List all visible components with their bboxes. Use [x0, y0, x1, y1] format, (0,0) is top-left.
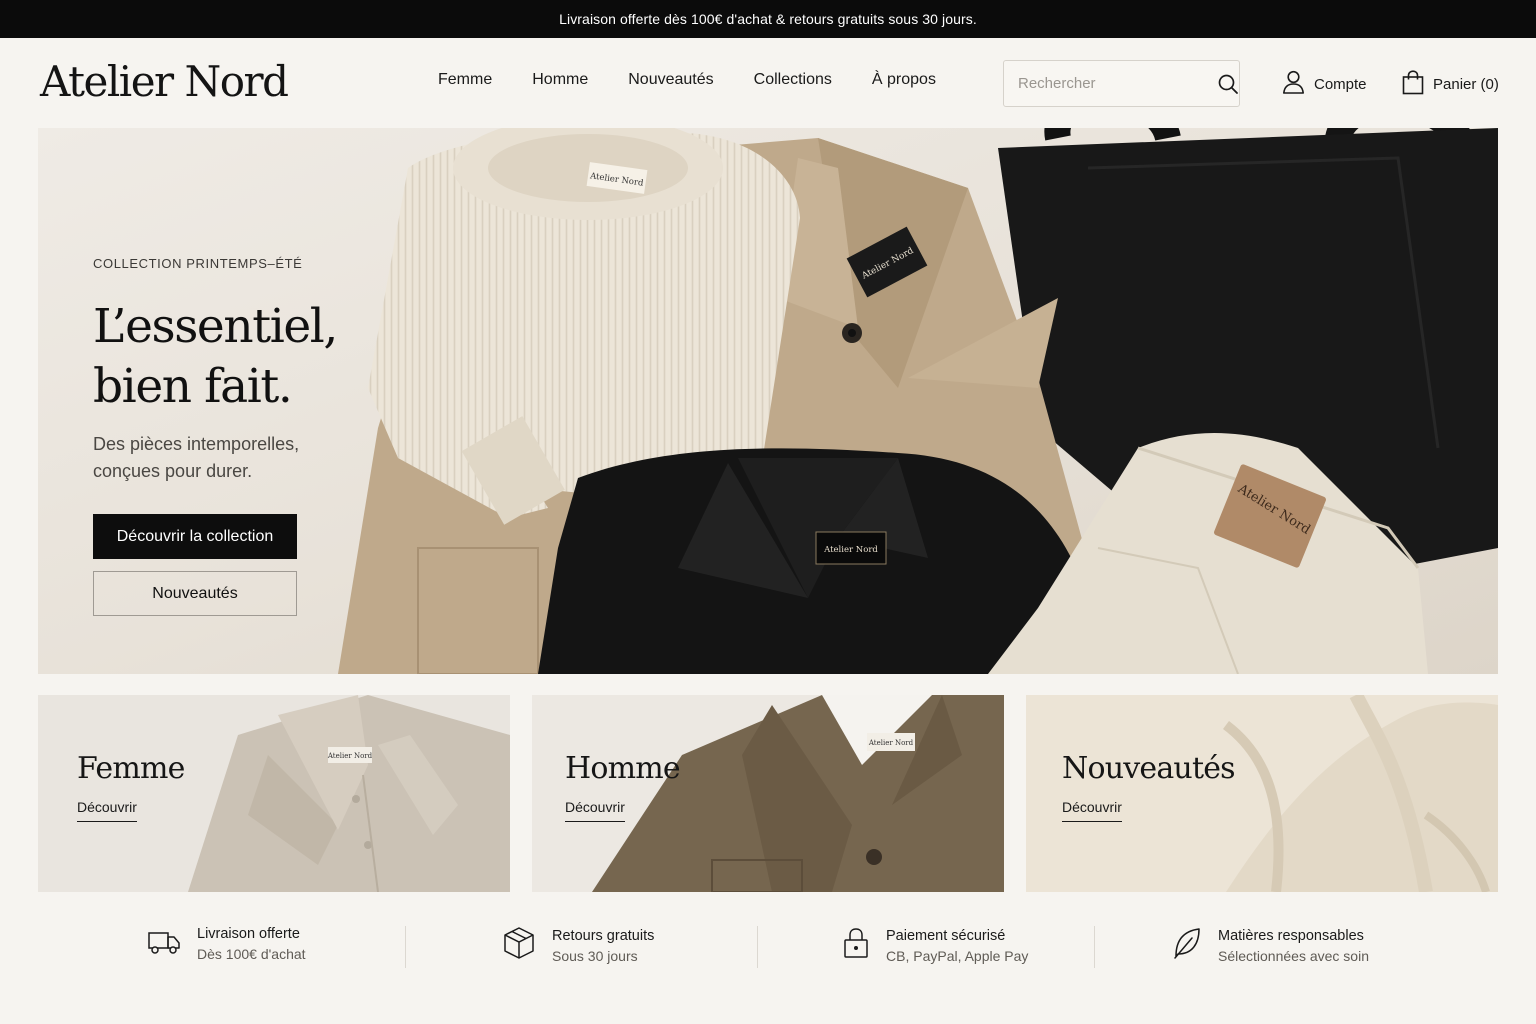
- trust-item-shipping: Livraison offerte Dès 100€ d'achat: [147, 926, 306, 962]
- trust-title-returns: Retours gratuits: [552, 927, 655, 944]
- trust-subtitle-payment: CB, PayPal, Apple Pay: [886, 947, 1029, 964]
- category-title-homme: Homme: [565, 751, 681, 786]
- brand-logo[interactable]: Atelier Nord: [40, 56, 289, 108]
- cart-label: Panier (0): [1433, 76, 1499, 93]
- hero-banner: Atelier Nord Atelier Nord Atelier Nord A…: [38, 128, 1498, 674]
- trust-title-payment: Paiement sécurisé: [886, 927, 1006, 944]
- site-header: Atelier Nord Femme Homme Nouveautés Coll…: [0, 38, 1536, 128]
- search-box: [1003, 60, 1240, 107]
- homme-brand-label: Atelier Nord: [868, 739, 914, 747]
- trust-item-returns: Retours gratuits Sous 30 jours: [502, 926, 654, 965]
- hero-title-line-1: L’essentiel,: [93, 299, 338, 354]
- trust-item-payment: Paiement sécurisé CB, PayPal, Apple Pay: [842, 926, 1028, 965]
- user-icon: [1282, 70, 1305, 98]
- homme-category-image: Atelier Nord: [532, 695, 1004, 892]
- discover-collection-button[interactable]: Découvrir la collection: [93, 514, 297, 559]
- shopping-bag-icon: [1402, 70, 1424, 99]
- main-nav: Femme Homme Nouveautés Collections À pro…: [438, 71, 976, 89]
- trust-bar: Livraison offerte Dès 100€ d'achat Retou…: [0, 926, 1536, 970]
- black-jacket-brand-label: Atelier Nord: [823, 545, 878, 555]
- trust-title-shipping: Livraison offerte: [197, 926, 300, 942]
- nav-item-femme[interactable]: Femme: [438, 71, 492, 89]
- trust-divider: [1094, 926, 1095, 968]
- trust-subtitle-shipping: Dès 100€ d'achat: [197, 946, 306, 962]
- nouveautes-category-image: [1026, 695, 1498, 892]
- nav-item-collections[interactable]: Collections: [754, 71, 832, 89]
- hero-eyebrow: COLLECTION PRINTEMPS–ÉTÉ: [93, 256, 303, 271]
- nav-item-nouveautes[interactable]: Nouveautés: [628, 71, 713, 89]
- category-link-homme[interactable]: Découvrir: [565, 799, 625, 822]
- trust-title-materials: Matières responsables: [1218, 927, 1364, 944]
- trust-item-materials: Matières responsables Sélectionnées avec…: [1172, 926, 1369, 965]
- hero-title: L’essentiel, bien fait.: [93, 297, 433, 417]
- search-icon[interactable]: [1217, 73, 1239, 95]
- announcement-text: Livraison offerte dès 100€ d'achat & ret…: [559, 11, 977, 27]
- account-label: Compte: [1314, 75, 1367, 93]
- leaf-icon: [1172, 926, 1202, 965]
- category-card-homme[interactable]: Atelier Nord Homme Découvrir: [532, 695, 1004, 892]
- femme-brand-label: Atelier Nord: [327, 752, 373, 760]
- category-card-nouveautes[interactable]: Nouveautés Découvrir: [1026, 695, 1498, 892]
- search-input[interactable]: [1018, 75, 1217, 92]
- nav-item-a-propos[interactable]: À propos: [872, 71, 936, 89]
- cart-link[interactable]: Panier (0): [1402, 70, 1499, 99]
- lock-icon: [842, 926, 870, 965]
- category-link-femme[interactable]: Découvrir: [77, 799, 137, 822]
- hero-subtitle: Des pièces intemporelles, conçues pour d…: [93, 434, 300, 481]
- trust-divider: [757, 926, 758, 968]
- trust-subtitle-returns: Sous 30 jours: [552, 947, 638, 964]
- box-icon: [502, 926, 536, 965]
- hero-content: COLLECTION PRINTEMPS–ÉTÉ L’essentiel, bi…: [93, 256, 433, 616]
- account-link[interactable]: Compte: [1282, 70, 1367, 98]
- category-title-nouveautes: Nouveautés: [1062, 751, 1236, 786]
- trust-divider: [405, 926, 406, 968]
- trust-subtitle-materials: Sélectionnées avec soin: [1218, 947, 1369, 964]
- category-link-nouveautes[interactable]: Découvrir: [1062, 799, 1122, 822]
- new-arrivals-button[interactable]: Nouveautés: [93, 571, 297, 616]
- femme-category-image: Atelier Nord: [38, 695, 510, 892]
- nav-item-homme[interactable]: Homme: [532, 71, 588, 89]
- category-title-femme: Femme: [77, 751, 185, 786]
- category-card-femme[interactable]: Atelier Nord Femme Découvrir: [38, 695, 510, 892]
- truck-icon: [147, 927, 181, 962]
- hero-title-line-2: bien fait.: [93, 359, 293, 414]
- announcement-bar: Livraison offerte dès 100€ d'achat & ret…: [0, 0, 1536, 38]
